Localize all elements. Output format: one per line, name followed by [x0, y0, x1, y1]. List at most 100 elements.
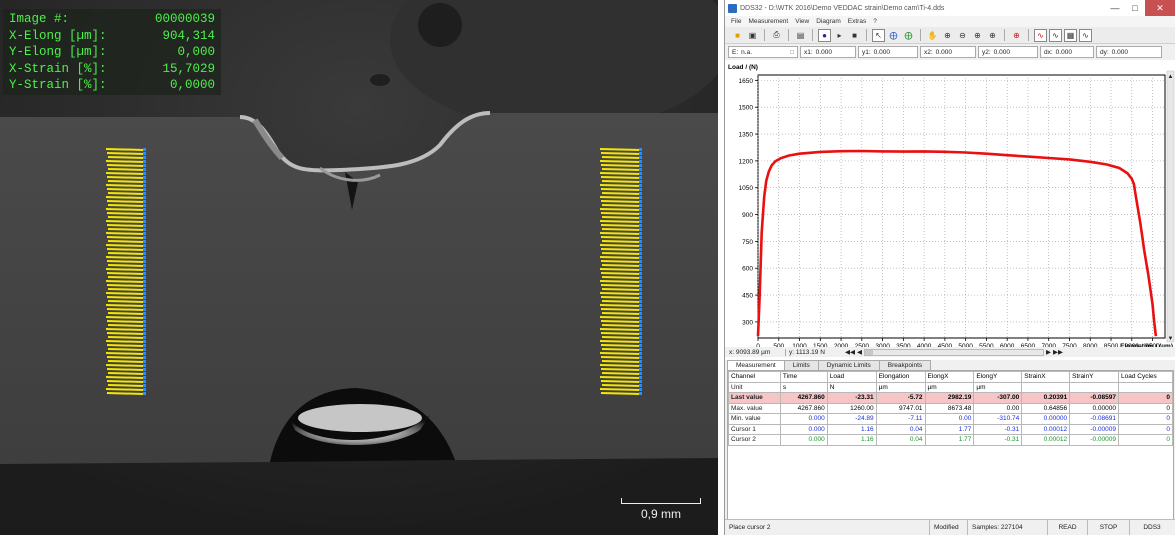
dic-marker-point: [143, 364, 146, 367]
dic-marker-line: [599, 232, 641, 235]
toolbar-separator: [812, 29, 813, 41]
pointer-icon[interactable]: ↖: [872, 28, 885, 42]
grid-icon[interactable]: ▦: [1064, 28, 1077, 42]
scroll-last-icon[interactable]: ▶▶: [1053, 348, 1063, 356]
menu-view[interactable]: View: [795, 18, 809, 25]
toolbar-separator: [920, 29, 921, 41]
save-icon[interactable]: ▣: [746, 29, 759, 42]
window-icon[interactable]: ▤: [794, 29, 807, 42]
scroll-right-icon[interactable]: ▶: [1046, 348, 1051, 356]
table-row-unit: Unit s N µm µm µm: [728, 381, 1173, 393]
vertical-scrollbar[interactable]: [1166, 70, 1175, 343]
table-cell: -0.08597: [1069, 392, 1120, 404]
menu-diagram[interactable]: Diagram: [816, 18, 841, 25]
dic-marker-point: [639, 304, 642, 307]
dic-marker-point: [639, 340, 642, 343]
dic-marker-line: [600, 308, 641, 311]
zoom-x-icon[interactable]: ⊕: [971, 29, 984, 42]
y2-field: y2: 0.000: [978, 46, 1038, 58]
dic-marker-point: [143, 340, 146, 343]
table-cell: [1069, 381, 1120, 393]
dic-marker-line: [106, 308, 145, 311]
dic-marker-line: [600, 320, 641, 323]
open-folder-icon[interactable]: ■: [731, 29, 744, 42]
dic-marker-point: [143, 268, 146, 271]
load-elongation-chart[interactable]: 0 500 1000 1500 2000 2500 3000 3500 4000 4500 5000…: [725, 60, 1175, 360]
menu-file[interactable]: File: [731, 18, 741, 25]
overlay-row-y-elong: Y-Elong [µm]: 0,000: [9, 45, 215, 59]
dic-marker-line: [599, 304, 641, 307]
scroll-down-icon[interactable]: ▼: [1168, 336, 1174, 342]
dic-marker-point: [639, 200, 642, 203]
column-header[interactable]: Load: [826, 371, 877, 383]
dic-marker-line: [599, 184, 641, 187]
column-header[interactable]: Elongation: [875, 371, 926, 383]
move-cursor2-icon[interactable]: ⨁: [902, 29, 915, 42]
curve-icon[interactable]: ∿: [1049, 28, 1062, 42]
dic-marker-line: [601, 312, 641, 315]
table-cell: 0: [1118, 392, 1173, 404]
curve-marker-icon[interactable]: ∿: [1079, 28, 1092, 42]
column-header[interactable]: StrainX: [1021, 371, 1071, 383]
column-header[interactable]: Channel: [728, 371, 781, 383]
dic-marker-point: [639, 196, 642, 199]
readout-x: x: 9093.89 µm: [729, 348, 771, 356]
dic-marker-line: [601, 264, 641, 267]
dic-marker-line: [107, 348, 145, 351]
scroll-thumb[interactable]: [865, 349, 873, 355]
maximize-icon[interactable]: □: [1125, 0, 1145, 16]
minimize-icon[interactable]: —: [1105, 0, 1125, 16]
dic-marker-line: [105, 352, 145, 355]
tab-breakpoints[interactable]: Breakpoints: [878, 360, 932, 370]
zoom-fit-icon[interactable]: ⊕: [1010, 29, 1023, 42]
dic-marker-line: [105, 304, 145, 307]
dic-marker-line: [600, 392, 641, 395]
hand-icon[interactable]: ✋: [926, 29, 939, 42]
scroll-left-icon[interactable]: ◀: [857, 348, 862, 356]
dic-marker-point: [639, 252, 642, 255]
curve-red-icon[interactable]: ∿: [1034, 28, 1047, 42]
chart-svg[interactable]: 0 500 1000 1500 2000 2500 3000 3500 4000 4500 5000…: [725, 60, 1175, 348]
column-header[interactable]: StrainY: [1069, 371, 1120, 383]
scroll-up-icon[interactable]: ▲: [1168, 74, 1174, 80]
y-tick-label: 1650: [739, 78, 754, 85]
dic-marker-point: [143, 148, 146, 151]
tab-measurement[interactable]: Measurement: [727, 360, 785, 370]
table-cell: 0: [1118, 423, 1173, 435]
play-icon[interactable]: ▸: [833, 29, 846, 42]
row-label: Max. value: [728, 402, 781, 414]
column-header[interactable]: ElongY: [973, 371, 1023, 383]
dic-marker-point: [143, 212, 146, 215]
menu-measurement[interactable]: Measurement: [748, 18, 788, 25]
column-header[interactable]: Load Cycles: [1118, 371, 1173, 383]
dic-marker-point: [143, 160, 146, 163]
column-header[interactable]: ElongX: [924, 371, 975, 383]
zoom-y-icon[interactable]: ⊕: [986, 29, 999, 42]
status-read: READ: [1048, 520, 1088, 535]
zoom-out-icon[interactable]: ⊖: [956, 29, 969, 42]
print-icon[interactable]: ⎙: [770, 29, 783, 42]
tab-dynamic-limits[interactable]: Dynamic Limits: [817, 360, 880, 370]
tab-bar: Measurement Limits Dynamic Limits Breakp…: [725, 360, 932, 370]
column-header[interactable]: Time: [779, 371, 828, 383]
dic-marker-line: [601, 300, 641, 303]
stop-icon[interactable]: ■: [848, 29, 861, 42]
dic-marker-point: [143, 392, 146, 395]
horizontal-scrollbar[interactable]: [864, 348, 1044, 356]
move-cursor-icon[interactable]: ⨁: [887, 29, 900, 42]
zoom-in-icon[interactable]: ⊕: [941, 29, 954, 42]
plot-area[interactable]: [757, 74, 1166, 339]
table-cell: µm: [924, 381, 975, 393]
table-cell: -5.72: [875, 392, 926, 404]
dic-marker-point: [143, 224, 146, 227]
dic-marker-line: [105, 148, 145, 151]
scroll-first-icon[interactable]: ◀◀: [845, 348, 855, 356]
menu-help[interactable]: ?: [873, 18, 877, 25]
status-samples: Samples: 227104: [968, 520, 1048, 535]
table-cell: -0.00009: [1069, 423, 1120, 435]
record-icon[interactable]: ●: [818, 28, 831, 42]
tab-limits[interactable]: Limits: [783, 360, 819, 370]
close-icon[interactable]: ✕: [1145, 0, 1175, 16]
menu-extras[interactable]: Extras: [848, 18, 866, 25]
status-stop: STOP: [1088, 520, 1130, 535]
